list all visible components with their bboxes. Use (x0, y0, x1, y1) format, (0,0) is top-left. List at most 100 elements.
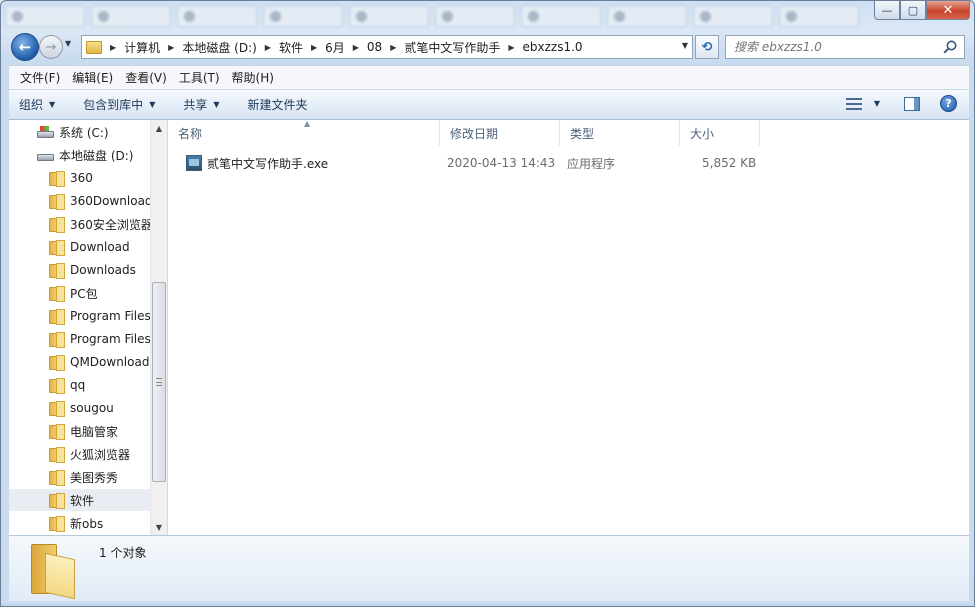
minimize-button[interactable]: — (874, 1, 900, 20)
breadcrumb-current[interactable]: ebxzzs1.0 (523, 40, 583, 54)
folder-icon (49, 516, 65, 532)
caption-buttons: — ▢ ✕ (874, 1, 970, 20)
nav-folder-item[interactable]: qq (9, 374, 150, 396)
folder-icon (49, 286, 65, 302)
navigation-tree: 系统 (C:) 本地磁盘 (D:) 360 360Downloads 360安全浏览器下… (9, 120, 150, 535)
change-view-icon[interactable] (845, 97, 864, 111)
title-bar: — ▢ ✕ (1, 1, 974, 31)
folder-icon (49, 309, 65, 325)
nav-folder-item[interactable]: PC包 (9, 282, 150, 304)
menu-view[interactable]: 查看(V) (120, 69, 172, 86)
search-icon[interactable] (942, 39, 958, 55)
column-header-name[interactable]: 名称 ▲ (168, 119, 440, 146)
recent-pages-dropdown[interactable]: ▼ (65, 39, 77, 53)
search-input[interactable] (734, 40, 934, 54)
breadcrumb-separator-icon[interactable]: ▶ (265, 43, 271, 52)
nav-folder-item[interactable]: 360Downloads (9, 190, 150, 212)
new-folder-button[interactable]: 新建文件夹 (248, 96, 308, 113)
breadcrumb-computer[interactable]: 计算机 (124, 39, 160, 56)
breadcrumb-app-folder[interactable]: 贰笔中文写作助手 (404, 39, 500, 56)
scroll-up-icon[interactable]: ▲ (151, 120, 167, 136)
refresh-icon: ⟲ (701, 39, 713, 55)
breadcrumb-software[interactable]: 软件 (279, 39, 303, 56)
file-modified: 2020-04-13 14:43 (447, 156, 556, 170)
breadcrumb-drive-d[interactable]: 本地磁盘 (D:) (182, 39, 256, 56)
preview-pane-icon[interactable] (904, 96, 920, 111)
menu-help[interactable]: 帮助(H) (227, 69, 279, 86)
forward-button[interactable]: → (39, 35, 63, 59)
nav-drive-item[interactable]: 本地磁盘 (D:) (9, 144, 150, 166)
share-label: 共享 (183, 98, 208, 112)
nav-folder-item[interactable]: 360安全浏览器下载 (9, 213, 150, 235)
nav-folder-item[interactable]: 新obs (9, 512, 150, 534)
address-row: ← → ▼ ▶ 计算机 ▶ 本地磁盘 (D:) ▶ 软件 ▶ 6月 ▶ 08 ▶… (1, 31, 974, 63)
nav-folder-item[interactable]: 360 (9, 167, 150, 189)
command-bar: 组织 ▼ 包含到库中 ▼ 共享 ▼ 新建文件夹 ▼ ? (9, 89, 969, 120)
breadcrumb-separator-icon[interactable]: ▶ (168, 43, 174, 52)
address-history-dropdown-icon[interactable]: ▼ (682, 41, 688, 50)
breadcrumb-separator-icon[interactable]: ▶ (110, 43, 116, 52)
new-folder-label: 新建文件夹 (247, 98, 308, 112)
organize-label: 组织 (19, 98, 44, 112)
menu-edit[interactable]: 编辑(E) (67, 69, 118, 86)
nav-folder-item[interactable]: Download (9, 236, 150, 258)
help-icon[interactable]: ? (940, 95, 957, 112)
file-row[interactable]: 贰笔中文写作助手.exe 2020-04-13 14:43 应用程序 5,852… (178, 152, 768, 174)
details-pane: 1 个对象 (9, 535, 969, 601)
arrow-left-icon: ← (18, 38, 32, 56)
nav-folder-item[interactable]: sougou (9, 397, 150, 419)
breadcrumb-08[interactable]: 08 (367, 40, 382, 54)
nav-item-label: 360 (70, 171, 93, 185)
address-bar[interactable]: ▶ 计算机 ▶ 本地磁盘 (D:) ▶ 软件 ▶ 6月 ▶ 08 ▶ 贰笔中文写… (81, 35, 693, 59)
organize-button[interactable]: 组织 ▼ (19, 96, 55, 113)
background-tab (779, 5, 859, 27)
nav-item-label: 美图秀秀 (70, 470, 119, 485)
refresh-button[interactable]: ⟲ (695, 35, 719, 59)
scroll-thumb[interactable] (152, 282, 166, 482)
nav-item-label: 新obs (70, 516, 104, 531)
menu-file[interactable]: 文件(F) (15, 69, 65, 86)
nav-item-label: Program Files (70, 309, 150, 323)
nav-item-label: sougou (70, 401, 114, 415)
breadcrumb-separator-icon[interactable]: ▶ (390, 43, 396, 52)
nav-folder-item[interactable]: 软件 (9, 489, 150, 511)
nav-scrollbar[interactable]: ▲ ▼ (150, 120, 167, 535)
folder-icon (49, 424, 65, 440)
breadcrumb-separator-icon[interactable]: ▶ (311, 43, 317, 52)
breadcrumb-separator-icon[interactable]: ▶ (353, 43, 359, 52)
scroll-down-icon[interactable]: ▼ (151, 519, 167, 535)
nav-item-label: Program Files (x86) (70, 332, 150, 346)
view-options-chevron-icon[interactable]: ▼ (874, 99, 880, 108)
background-tab (177, 5, 257, 27)
share-button[interactable]: 共享 ▼ (183, 96, 219, 113)
breadcrumb-separator-icon[interactable]: ▶ (508, 43, 514, 52)
nav-folder-item[interactable]: QMDownload (9, 351, 150, 373)
nav-folder-item[interactable]: Program Files (9, 305, 150, 327)
nav-item-label: PC包 (70, 286, 98, 301)
breadcrumb-june[interactable]: 6月 (325, 39, 345, 56)
include-in-library-label: 包含到库中 (83, 98, 144, 112)
folder-icon (49, 355, 65, 371)
navigation-pane: 系统 (C:) 本地磁盘 (D:) 360 360Downloads 360安全浏览器下… (9, 120, 167, 535)
folder-icon (86, 40, 102, 54)
include-in-library-button[interactable]: 包含到库中 ▼ (83, 96, 155, 113)
item-count: 1 个对象 (99, 546, 147, 560)
nav-folder-item[interactable]: Downloads (9, 259, 150, 281)
column-header-size[interactable]: 大小 (680, 120, 760, 146)
nav-drive-item[interactable]: 系统 (C:) (9, 121, 150, 143)
menu-tools[interactable]: 工具(T) (174, 69, 225, 86)
column-modified-label: 修改日期 (450, 126, 499, 141)
search-box[interactable] (725, 35, 965, 59)
nav-folder-item[interactable]: Program Files (x86) (9, 328, 150, 350)
background-tab (263, 5, 343, 27)
nav-folder-item[interactable]: 火狐浏览器 (9, 443, 150, 465)
column-header-modified[interactable]: 修改日期 (440, 120, 560, 146)
column-header-type[interactable]: 类型 (560, 120, 680, 146)
nav-item-label: 本地磁盘 (D:) (59, 148, 134, 163)
back-button[interactable]: ← (11, 33, 39, 61)
nav-folder-item[interactable]: 电脑管家 (9, 420, 150, 442)
close-button[interactable]: ✕ (926, 1, 970, 20)
nav-folder-item[interactable]: 美图秀秀 (9, 466, 150, 488)
file-name-cell[interactable]: 贰笔中文写作助手.exe (186, 152, 328, 174)
maximize-button[interactable]: ▢ (900, 1, 926, 20)
